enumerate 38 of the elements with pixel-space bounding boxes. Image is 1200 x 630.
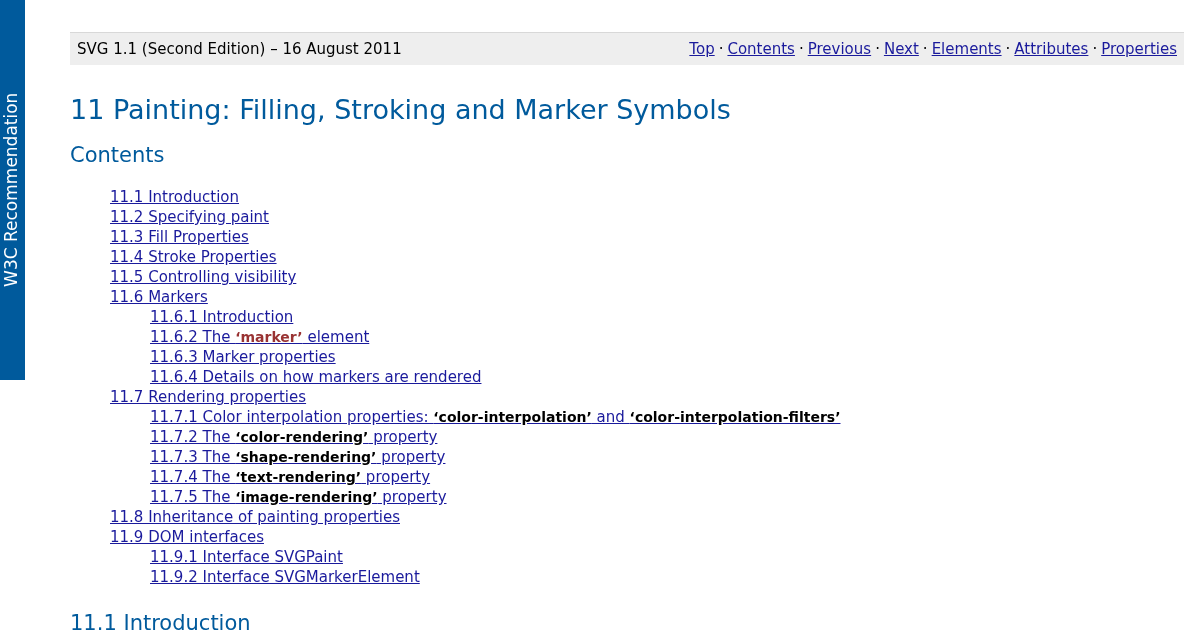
separator-dot: · [1092,38,1098,60]
toc-link[interactable]: 11.6.3 Marker properties [150,348,336,366]
toc-link[interactable]: 11.9 DOM interfaces [110,528,264,546]
toc-link[interactable]: 11.7 Rendering properties [110,388,307,406]
toc-link[interactable]: 11.4 Stroke Properties [110,248,277,266]
toc-link[interactable]: 11.6.2 The ‘marker’ element [150,328,370,346]
nav-link[interactable]: Top [689,37,715,61]
separator-dot: · [1005,38,1011,60]
nav-link[interactable]: Next [883,37,919,61]
toc-link[interactable]: 11.2 Specifying paint [110,208,269,226]
toc-link[interactable]: 11.1 Introduction [110,188,239,206]
separator-dot: · [718,38,724,60]
toc-link[interactable]: 11.6.1 Introduction [150,308,294,326]
toc-link[interactable]: 11.9.1 Interface SVGPaint [150,548,343,566]
separator-dot: · [875,38,880,60]
toc-link[interactable]: 11.7.2 The ‘color-rendering’ property [150,428,438,446]
toc-link[interactable]: 11.7.4 The ‘text-rendering’ property [150,468,431,486]
section-heading: Contents [70,142,166,169]
banner-label: W3C Recommendation [0,92,23,288]
nav-link[interactable]: Properties [1101,37,1177,61]
toc-link[interactable]: 11.6 Markers [110,288,208,306]
toc-link[interactable]: 11.3 Fill Properties [110,228,249,246]
toc-link[interactable]: 11.8 Inheritance of painting properties [110,508,400,526]
separator-dot: · [798,38,804,60]
nav-link[interactable]: Contents [727,37,795,61]
nav-link[interactable]: Elements [931,37,1002,61]
spec-version: SVG 1.1 (Second Edition) – 16 August 2011 [77,38,402,60]
nav-link[interactable]: Attributes [1014,37,1089,61]
toc-link[interactable]: 11.7.3 The ‘shape-rendering’ property [150,448,446,466]
nav-link[interactable]: Previous [807,37,872,61]
toc-link[interactable]: 11.7.5 The ‘image-rendering’ property [150,488,447,506]
toc-link[interactable]: 11.6.4 Details on how markers are rendered [150,368,482,386]
toc-link[interactable]: 11.9.2 Interface SVGMarkerElement [150,568,420,586]
separator-dot: · [922,38,928,60]
section-heading: 11.1 Introduction [70,610,252,630]
toc-link[interactable]: 11.7.1 Color interpolation properties: ‘color-interpolation’ and ‘color-interpolation-filters’ [150,408,841,426]
toc-link[interactable]: 11.5 Controlling visibility [110,268,297,286]
page-title: 11 Painting: Filling, Stroking and Marker Symbols [70,93,732,127]
